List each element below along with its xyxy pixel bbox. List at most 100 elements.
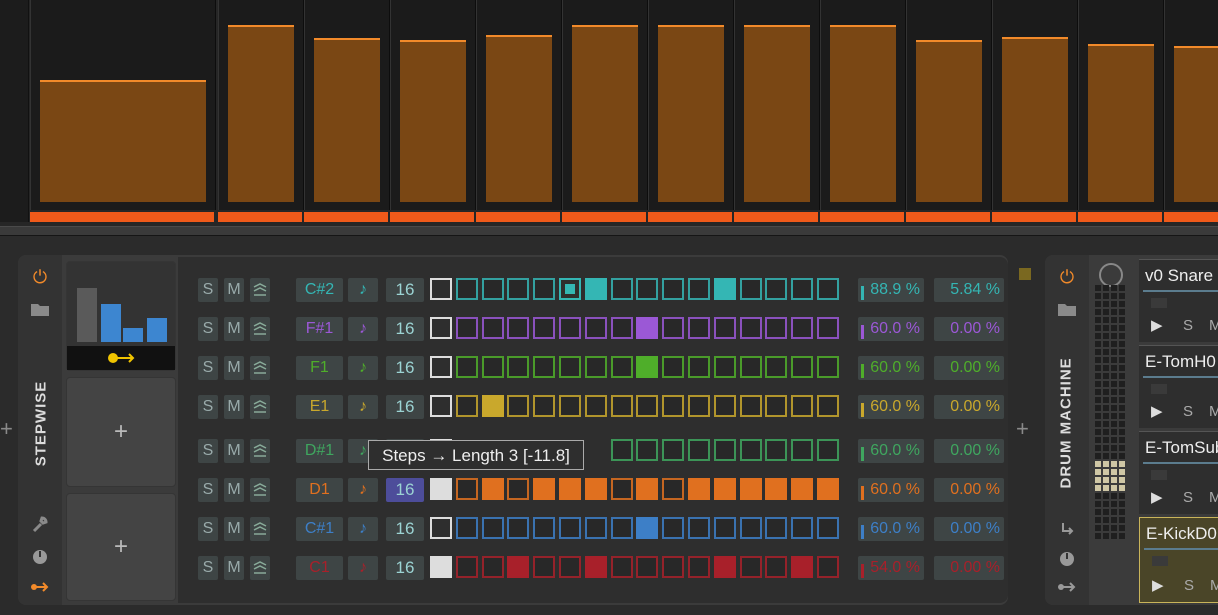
- drum-pad[interactable]: [1103, 477, 1109, 483]
- step-cell[interactable]: [430, 356, 452, 378]
- drum-pad[interactable]: [1111, 365, 1117, 371]
- drum-pad[interactable]: [1119, 413, 1125, 419]
- step-cell[interactable]: [559, 517, 581, 539]
- drum-pad[interactable]: [1095, 381, 1101, 387]
- drum-pad[interactable]: [1095, 533, 1101, 539]
- step-count[interactable]: 16: [386, 517, 424, 541]
- step-cell[interactable]: [430, 556, 452, 578]
- step-cell[interactable]: [610, 356, 633, 378]
- clip-strip[interactable]: [992, 212, 1076, 222]
- chance-value[interactable]: 0.00 %: [934, 478, 1004, 502]
- drum-pad[interactable]: [1103, 469, 1109, 475]
- step-count[interactable]: 16: [386, 356, 424, 380]
- drum-pad[interactable]: [1103, 341, 1109, 347]
- step-cell[interactable]: [455, 395, 478, 417]
- drum-pad[interactable]: [1103, 445, 1109, 451]
- drum-pad[interactable]: [1103, 357, 1109, 363]
- note-name[interactable]: E1: [296, 395, 343, 419]
- velocity-value[interactable]: 60.0 %: [858, 439, 924, 463]
- drum-pad[interactable]: [1119, 293, 1125, 299]
- clip-strip[interactable]: [906, 212, 990, 222]
- solo-button[interactable]: S: [1184, 577, 1194, 594]
- drum-pad[interactable]: [1095, 477, 1101, 483]
- drum-pad[interactable]: [1095, 413, 1101, 419]
- note-name[interactable]: F#1: [296, 317, 343, 341]
- chance-value[interactable]: 0.00 %: [934, 556, 1004, 580]
- step-cell[interactable]: [507, 395, 530, 417]
- add-device-left[interactable]: +: [0, 416, 13, 442]
- step-cell[interactable]: [688, 317, 710, 339]
- drum-slot[interactable]: v0 Snare ▶ S M: [1139, 259, 1218, 342]
- drum-slot[interactable]: E-TomH0 ▶ S M: [1139, 345, 1218, 428]
- step-cell[interactable]: [688, 478, 710, 500]
- drum-pad[interactable]: [1095, 285, 1101, 291]
- drum-pad[interactable]: [1119, 445, 1125, 451]
- step-cell[interactable]: [455, 517, 478, 539]
- step-cell[interactable]: [559, 395, 581, 417]
- step-cell[interactable]: [791, 556, 814, 578]
- step-cell[interactable]: [584, 278, 607, 300]
- clip-column[interactable]: [30, 0, 216, 210]
- step-cell[interactable]: [533, 278, 556, 300]
- solo-button[interactable]: S: [198, 395, 218, 419]
- drum-pad[interactable]: [1119, 309, 1125, 315]
- drum-pad[interactable]: [1103, 317, 1109, 323]
- drum-pad[interactable]: [1095, 421, 1101, 427]
- drum-pad[interactable]: [1103, 517, 1109, 523]
- drum-pad[interactable]: [1103, 461, 1109, 467]
- step-cell[interactable]: [713, 278, 736, 300]
- step-cell[interactable]: [507, 356, 530, 378]
- drum-pad[interactable]: [1111, 357, 1117, 363]
- note-name[interactable]: C1: [296, 556, 343, 580]
- mute-button[interactable]: M: [224, 478, 244, 502]
- drum-pad[interactable]: [1119, 317, 1125, 323]
- drum-pad[interactable]: [1111, 501, 1117, 507]
- mute-button[interactable]: M: [224, 317, 244, 341]
- step-cell[interactable]: [430, 278, 452, 300]
- clip-column[interactable]: [906, 0, 992, 210]
- step-cell[interactable]: [507, 478, 530, 500]
- drum-pad[interactable]: [1103, 525, 1109, 531]
- routing-icon[interactable]: [28, 575, 52, 599]
- clip-strip[interactable]: [734, 212, 818, 222]
- drum-pad[interactable]: [1111, 461, 1117, 467]
- drum-pad[interactable]: [1119, 461, 1125, 467]
- step-cell[interactable]: [455, 278, 478, 300]
- play-icon[interactable]: ▶: [1151, 402, 1163, 420]
- drum-pad[interactable]: [1095, 525, 1101, 531]
- step-cell[interactable]: [559, 478, 581, 500]
- drum-pad[interactable]: [1103, 285, 1109, 291]
- solo-button[interactable]: S: [198, 556, 218, 580]
- solo-button[interactable]: S: [198, 278, 218, 302]
- drum-pad[interactable]: [1111, 525, 1117, 531]
- clip-strip[interactable]: [648, 212, 732, 222]
- step-cell[interactable]: [507, 317, 530, 339]
- step-cell[interactable]: [765, 356, 788, 378]
- play-icon[interactable]: ▶: [1151, 488, 1163, 506]
- velocity-value[interactable]: 60.0 %: [858, 395, 924, 419]
- play-icon[interactable]: ▶: [1152, 576, 1164, 594]
- return-arrow-icon[interactable]: [1055, 517, 1079, 541]
- drum-pad[interactable]: [1103, 373, 1109, 379]
- solo-button[interactable]: S: [1183, 403, 1193, 420]
- solo-button[interactable]: S: [198, 478, 218, 502]
- drum-pad[interactable]: [1111, 285, 1117, 291]
- drum-pad[interactable]: [1119, 517, 1125, 523]
- clip-column[interactable]: [992, 0, 1078, 210]
- clip-column[interactable]: [734, 0, 820, 210]
- step-cell[interactable]: [507, 278, 530, 300]
- step-cell[interactable]: [739, 356, 762, 378]
- drum-pad[interactable]: [1111, 517, 1117, 523]
- folder-icon[interactable]: [1055, 297, 1079, 321]
- clip-strip[interactable]: [390, 212, 474, 222]
- drum-pad[interactable]: [1119, 421, 1125, 427]
- drum-pad[interactable]: [1095, 485, 1101, 491]
- step-cell[interactable]: [739, 395, 762, 417]
- drum-pad[interactable]: [1119, 325, 1125, 331]
- drum-pad[interactable]: [1103, 365, 1109, 371]
- note-icon[interactable]: ♪: [348, 517, 378, 541]
- note-name[interactable]: C#2: [296, 278, 343, 302]
- clip-column[interactable]: [820, 0, 906, 210]
- clip-strip[interactable]: [1078, 212, 1162, 222]
- clip-strip[interactable]: [476, 212, 560, 222]
